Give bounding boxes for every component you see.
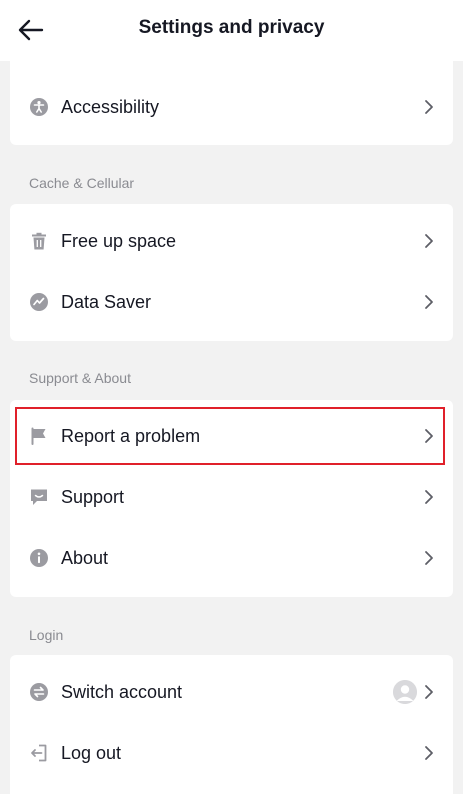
settings-item-label: Free up space [61,230,177,251]
settings-item-label: Accessibility [61,96,160,117]
support-card: Report a problem Support About [10,400,453,597]
data-saver-icon [29,292,49,312]
settings-item-switch-account[interactable]: Switch account [10,667,453,717]
chat-icon [29,487,49,507]
settings-item-report-a-problem[interactable]: Report a problem [10,411,453,461]
section-title-login: Login [29,627,64,643]
settings-item-about[interactable]: About [10,533,453,583]
page-title: Settings and privacy [138,17,325,38]
settings-item-label: Switch account [61,681,183,702]
header-bar: Settings and privacy [0,0,463,61]
settings-item-label: Data Saver [61,291,152,312]
chevron-right-icon [423,683,435,701]
chevron-right-icon [423,488,435,506]
chevron-right-icon [423,232,435,250]
accessibility-card: Accessibility [10,61,453,145]
accessibility-icon [29,97,49,117]
switch-icon [29,682,49,702]
settings-item-label: Report a problem [61,425,201,446]
section-title-support: Support & About [29,370,131,386]
settings-item-log-out[interactable]: Log out [10,728,453,778]
settings-item-label: About [61,547,109,568]
chevron-right-icon [423,293,435,311]
settings-item-data-saver[interactable]: Data Saver [10,277,453,327]
trash-icon [29,231,49,251]
logout-icon [29,743,49,763]
chevron-right-icon [423,744,435,762]
settings-item-label: Support [61,486,125,507]
settings-item-label: Log out [61,742,122,763]
info-icon [29,548,49,568]
section-title-cache: Cache & Cellular [29,175,135,191]
cache-card: Free up space Data Saver [10,204,453,341]
avatar [393,680,417,704]
settings-item-free-up-space[interactable]: Free up space [10,216,453,266]
chevron-right-icon [423,427,435,445]
settings-item-accessibility[interactable]: Accessibility [10,82,453,132]
settings-item-support[interactable]: Support [10,472,453,522]
login-card: Switch account Log out [10,655,453,794]
chevron-right-icon [423,98,435,116]
chevron-right-icon [423,549,435,567]
flag-icon [29,426,49,446]
